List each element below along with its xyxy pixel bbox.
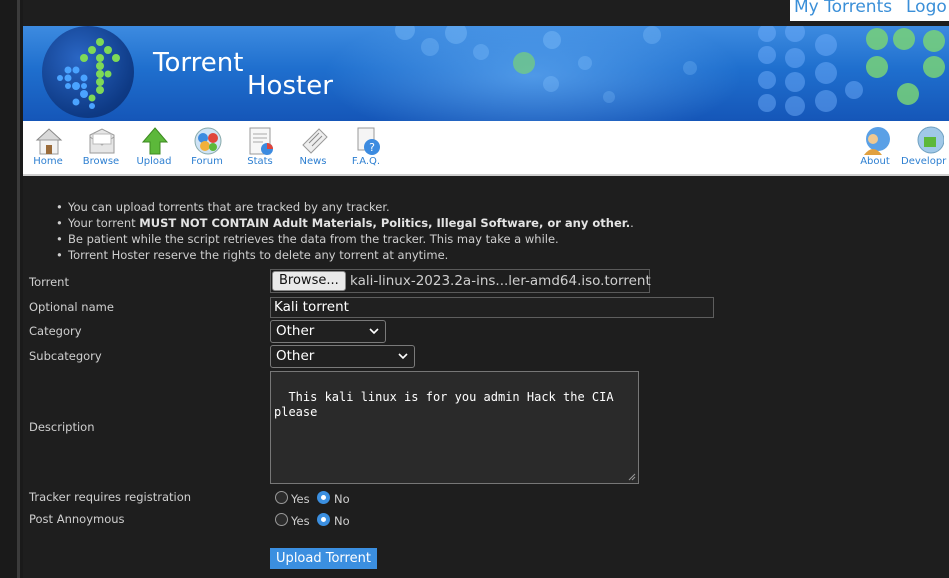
tracker-registration-yes-radio[interactable] <box>275 491 288 504</box>
nav-developer[interactable]: Developr <box>901 121 949 174</box>
category-selected-value: Other <box>276 323 315 339</box>
optional-name-label: Optional name <box>29 300 114 314</box>
nav-forum[interactable]: Forum <box>182 121 232 174</box>
subcategory-selected-value: Other <box>276 348 315 364</box>
header-banner: Torrent Hoster <box>23 26 949 121</box>
nav-about-label: About <box>860 156 890 167</box>
site-logo <box>42 26 134 118</box>
brand-title-line1: Torrent <box>153 48 244 78</box>
post-anonymous-yes-radio[interactable] <box>275 513 288 526</box>
description-textarea[interactable]: This kali linux is for you admin Hack th… <box>270 371 639 484</box>
brand-title-line2: Hoster <box>247 71 333 101</box>
post-anonymous-label: Post Annoymous <box>29 512 125 526</box>
post-anonymous-no-radio[interactable] <box>317 513 330 526</box>
optional-name-input[interactable]: Kali torrent <box>270 297 714 318</box>
rule-item: Be patient while the script retrieves th… <box>56 231 634 247</box>
rule-item: Torrent Hoster reserve the rights to del… <box>56 247 634 263</box>
nav-about[interactable]: About <box>850 121 900 174</box>
selected-file-name: kali-linux-2023.2a-ins...ler-amd64.iso.t… <box>350 273 651 289</box>
news-icon <box>302 128 328 154</box>
nav-upload[interactable]: Upload <box>129 121 179 174</box>
my-torrents-link[interactable]: My Torrents <box>790 0 905 21</box>
post-anonymous-no-label: No <box>334 514 350 528</box>
sidebar-edge <box>17 0 20 578</box>
nav-stats[interactable]: Stats <box>235 121 285 174</box>
subcategory-select[interactable]: Other <box>270 345 415 368</box>
torrent-file-input[interactable]: Browse... kali-linux-2023.2a-ins...ler-a… <box>270 269 651 293</box>
browse-button[interactable]: Browse... <box>272 271 346 291</box>
category-label: Category <box>29 324 82 338</box>
about-icon <box>864 127 890 155</box>
main-nav: Home Browse Upload Forum Stats News ? F.… <box>23 121 949 176</box>
upload-rules-list: You can upload torrents that are tracked… <box>56 199 634 263</box>
stats-icon <box>249 127 273 155</box>
developer-icon <box>917 126 944 154</box>
post-anonymous-yes-label: Yes <box>291 514 310 528</box>
left-sidebar-strip <box>0 0 23 578</box>
torrent-label: Torrent <box>29 275 69 289</box>
tracker-registration-no-label: No <box>334 492 350 506</box>
nav-developer-label: Developr <box>901 156 947 167</box>
tracker-registration-no-radio[interactable] <box>317 491 330 504</box>
nav-faq-label: F.A.Q. <box>351 156 381 167</box>
logo-arrow-icon <box>57 38 120 109</box>
description-text: This kali linux is for you admin Hack th… <box>274 390 614 419</box>
tracker-registration-yes-label: Yes <box>291 492 310 506</box>
svg-text:?: ? <box>369 141 375 154</box>
rule-item: You can upload torrents that are tracked… <box>56 199 634 215</box>
category-select[interactable]: Other <box>270 320 386 343</box>
forum-icon <box>194 127 222 155</box>
nav-home[interactable]: Home <box>23 121 73 174</box>
tracker-registration-label: Tracker requires registration <box>29 490 192 504</box>
home-icon <box>35 128 63 155</box>
chevron-down-icon <box>398 346 408 374</box>
faq-icon: ? <box>357 127 380 155</box>
banner-glow <box>323 26 743 121</box>
logout-link[interactable]: Logo <box>903 0 949 21</box>
rule-item: Your torrent MUST NOT CONTAIN Adult Mate… <box>56 215 634 231</box>
resize-handle-icon[interactable] <box>628 473 636 481</box>
nav-browse[interactable]: Browse <box>76 121 126 174</box>
upload-torrent-button[interactable]: Upload Torrent <box>270 548 377 569</box>
nav-faq[interactable]: ? F.A.Q. <box>341 121 391 174</box>
upload-icon <box>141 127 169 155</box>
description-label: Description <box>29 420 95 434</box>
nav-news[interactable]: News <box>288 121 338 174</box>
browse-icon <box>89 128 115 154</box>
subcategory-label: Subcategory <box>29 349 102 363</box>
